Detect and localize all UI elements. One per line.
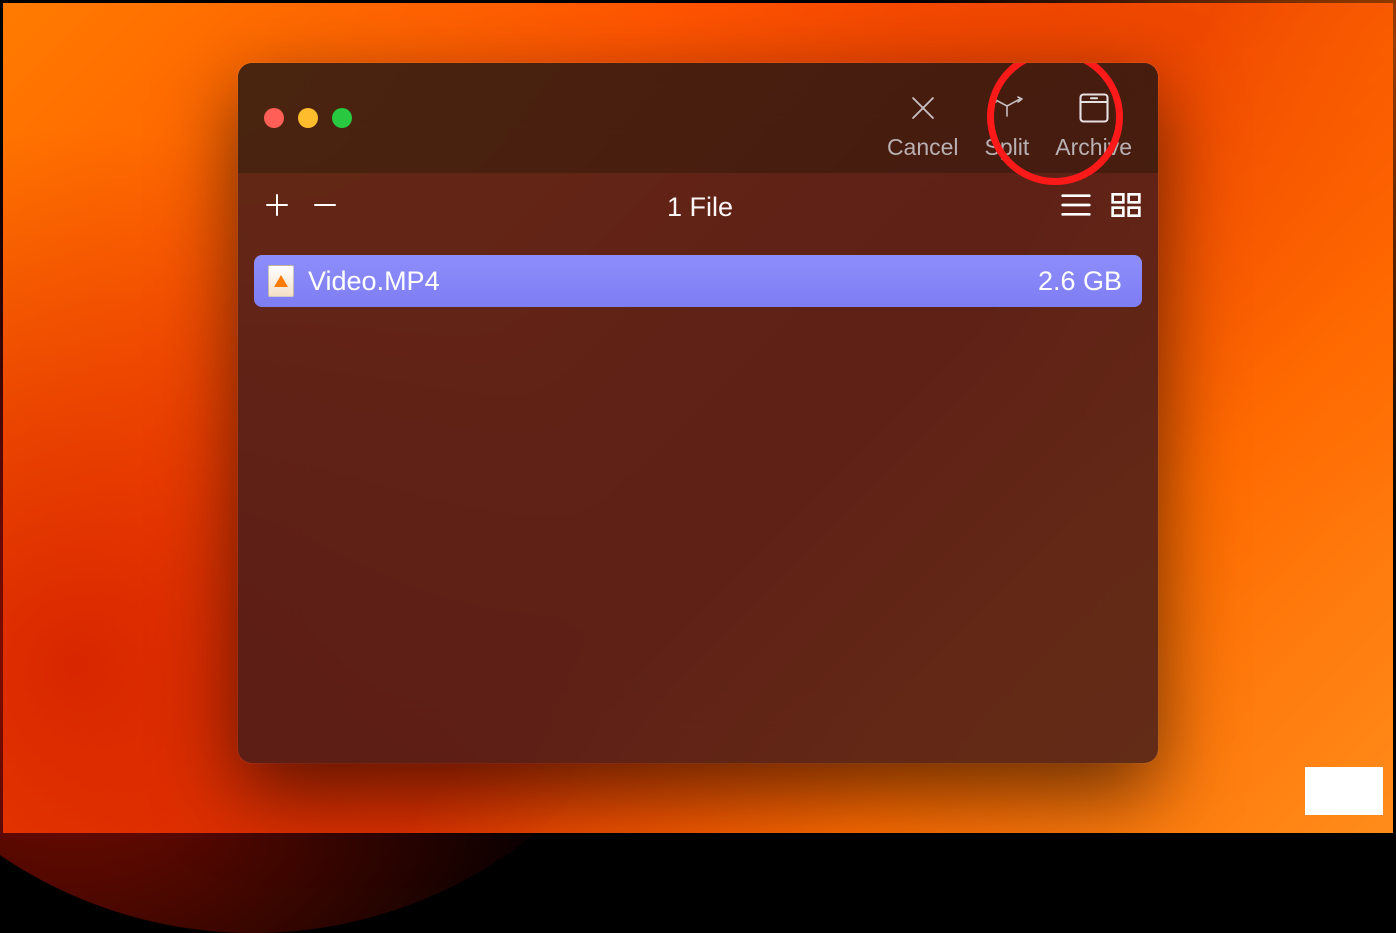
file-count-label: 1 File bbox=[340, 192, 1060, 223]
x-icon bbox=[906, 90, 940, 126]
close-window-button[interactable] bbox=[264, 108, 284, 128]
sub-toolbar: 1 File bbox=[238, 173, 1158, 241]
fullscreen-window-button[interactable] bbox=[332, 108, 352, 128]
view-mode-toggles bbox=[1060, 191, 1142, 224]
remove-file-button[interactable] bbox=[310, 190, 340, 225]
split-button[interactable]: Split bbox=[985, 90, 1030, 161]
file-size: 2.6 GB bbox=[1038, 266, 1122, 297]
video-file-icon bbox=[268, 265, 294, 297]
window-titlebar: Cancel Split bbox=[238, 63, 1158, 173]
file-name: Video.MP4 bbox=[308, 266, 1024, 297]
archive-button[interactable]: Archive bbox=[1055, 90, 1132, 161]
list-view-button[interactable] bbox=[1060, 191, 1092, 224]
toolbar-actions: Cancel Split bbox=[887, 63, 1132, 173]
file-list: Video.MP4 2.6 GB bbox=[238, 241, 1158, 763]
cancel-label: Cancel bbox=[887, 134, 959, 161]
watermark bbox=[1305, 767, 1383, 815]
desktop-background: Cancel Split bbox=[3, 3, 1393, 833]
cancel-button[interactable]: Cancel bbox=[887, 90, 959, 161]
add-file-button[interactable] bbox=[262, 190, 292, 225]
minimize-window-button[interactable] bbox=[298, 108, 318, 128]
archive-box-icon bbox=[1076, 90, 1112, 126]
archive-label: Archive bbox=[1055, 134, 1132, 161]
grid-view-button[interactable] bbox=[1110, 191, 1142, 224]
archive-app-window: Cancel Split bbox=[238, 63, 1158, 763]
split-label: Split bbox=[985, 134, 1030, 161]
list-item[interactable]: Video.MP4 2.6 GB bbox=[254, 255, 1142, 307]
split-icon bbox=[986, 90, 1028, 126]
window-controls bbox=[264, 108, 352, 128]
